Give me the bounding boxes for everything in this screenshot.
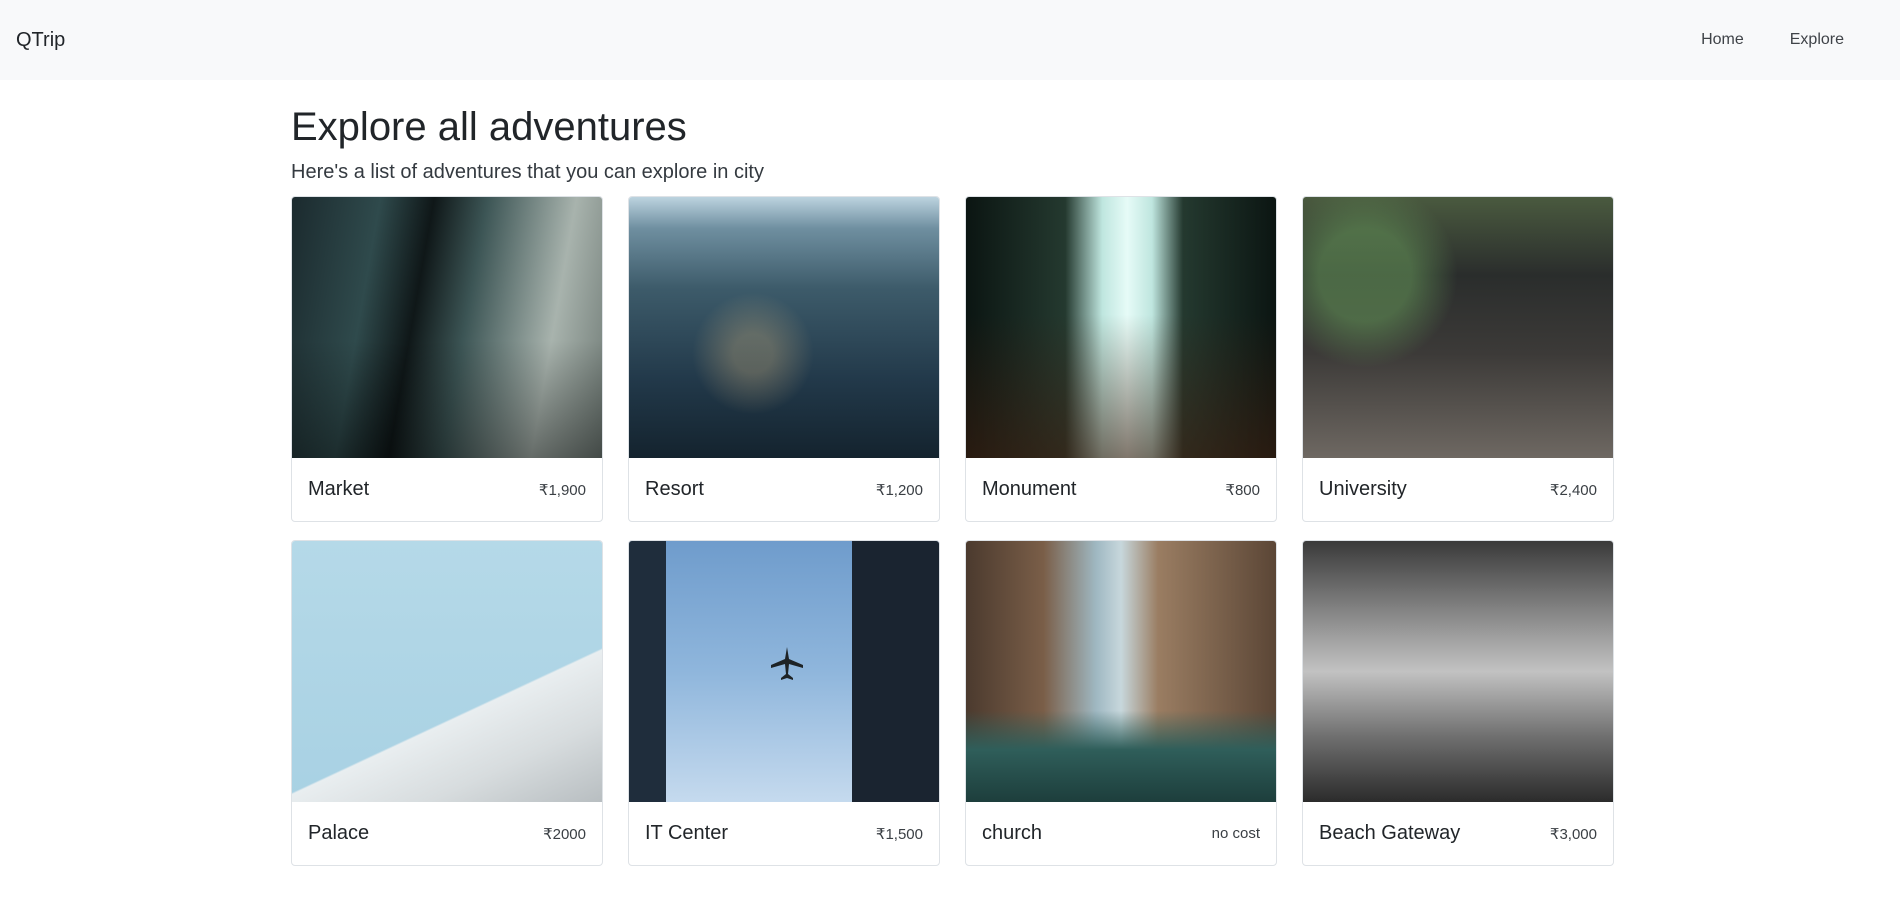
adventure-name: IT Center: [645, 822, 728, 844]
adventure-card-church[interactable]: church no cost: [965, 540, 1277, 866]
nav-explore-link[interactable]: Explore: [1790, 31, 1844, 49]
adventure-price: ₹2000: [543, 825, 586, 843]
adventure-name: church: [982, 822, 1043, 844]
card-body: Monument ₹800: [966, 458, 1276, 521]
adventure-image[interactable]: [292, 197, 602, 458]
adventure-grid: Market ₹1,900 Resort ₹1,200 Monument ₹80…: [291, 196, 1614, 866]
adventure-name: Monument: [982, 478, 1077, 500]
card-body: IT Center ₹1,500: [629, 802, 939, 865]
adventure-name: Beach Gateway: [1319, 822, 1461, 844]
adventure-image[interactable]: [292, 541, 602, 802]
adventure-card-resort[interactable]: Resort ₹1,200: [628, 196, 940, 522]
adventure-card-beach-gateway[interactable]: Beach Gateway ₹3,000: [1302, 540, 1614, 866]
adventure-price: ₹1,500: [875, 825, 923, 843]
page-title: Explore all adventures: [291, 105, 687, 149]
adventure-image[interactable]: [629, 541, 939, 802]
adventure-price: no cost: [1211, 825, 1260, 842]
airplane-icon: [771, 647, 803, 680]
adventure-image[interactable]: [629, 197, 939, 458]
main-content: Explore all adventures Here's a list of …: [291, 80, 1614, 866]
adventure-image[interactable]: [966, 541, 1276, 802]
adventure-price: ₹800: [1225, 481, 1260, 499]
adventure-image[interactable]: [1303, 197, 1613, 458]
top-navbar: QTrip Home Explore: [0, 0, 1900, 80]
nav-links: Home Explore: [1701, 31, 1844, 49]
adventure-price: ₹2,400: [1549, 481, 1597, 499]
adventure-card-it-center[interactable]: IT Center ₹1,500: [628, 540, 940, 866]
adventure-card-university[interactable]: University ₹2,400: [1302, 196, 1614, 522]
adventure-price: ₹1,900: [538, 481, 586, 499]
adventure-card-palace[interactable]: Palace ₹2000: [291, 540, 603, 866]
adventure-card-market[interactable]: Market ₹1,900: [291, 196, 603, 522]
adventure-image[interactable]: [1303, 541, 1613, 802]
adventure-card-monument[interactable]: Monument ₹800: [965, 196, 1277, 522]
card-body: Resort ₹1,200: [629, 458, 939, 521]
card-body: Palace ₹2000: [292, 802, 602, 865]
brand-logo[interactable]: QTrip: [16, 29, 65, 52]
card-body: church no cost: [966, 802, 1276, 865]
adventure-name: Resort: [645, 478, 704, 500]
card-body: Beach Gateway ₹3,000: [1303, 802, 1613, 865]
adventure-image[interactable]: [966, 197, 1276, 458]
adventure-price: ₹3,000: [1549, 825, 1597, 843]
adventure-name: Market: [308, 478, 370, 500]
card-body: Market ₹1,900: [292, 458, 602, 521]
nav-home-link[interactable]: Home: [1701, 31, 1744, 49]
card-body: University ₹2,400: [1303, 458, 1613, 521]
adventure-name: Palace: [308, 822, 370, 844]
adventure-price: ₹1,200: [875, 481, 923, 499]
page-subtitle: Here's a list of adventures that you can…: [291, 161, 764, 183]
adventure-name: University: [1319, 478, 1407, 500]
